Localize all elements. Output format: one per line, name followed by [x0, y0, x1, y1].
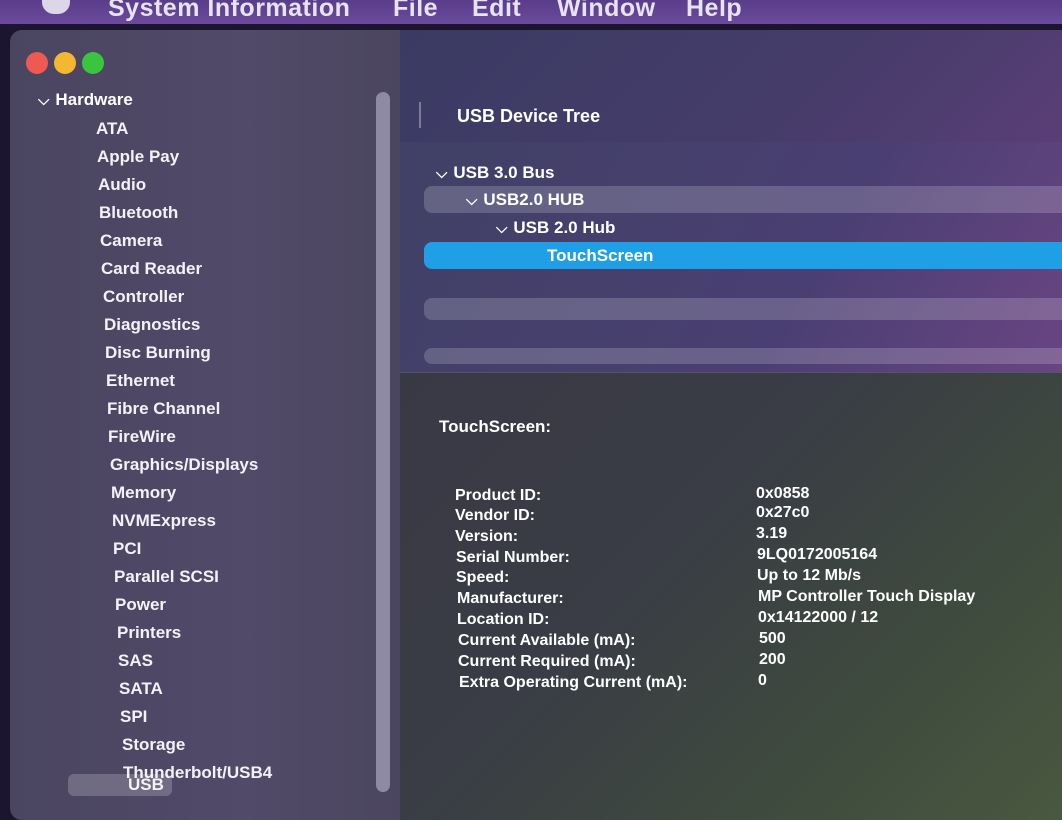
- sidebar-item-sata[interactable]: SATA: [119, 679, 163, 699]
- tree-node-usb-3-bus[interactable]: ⌵ USB 3.0 Bus: [436, 163, 554, 183]
- prop-value-product-id: 0x0858: [756, 485, 810, 502]
- sidebar-item-card-reader[interactable]: Card Reader: [101, 259, 202, 279]
- prop-label-manufacturer: Manufacturer:: [457, 590, 564, 607]
- sidebar-item-printers[interactable]: Printers: [117, 623, 181, 643]
- sidebar-section-hardware[interactable]: ⌵ Hardware: [38, 90, 133, 110]
- toolbar-divider: [419, 102, 421, 128]
- sidebar: ⌵ Hardware ATA Apple Pay Audio Bluetooth …: [10, 30, 401, 820]
- sidebar-item-nvmexpress[interactable]: NVMExpress: [112, 511, 216, 531]
- minimize-button[interactable]: [54, 52, 76, 74]
- sidebar-item-storage[interactable]: Storage: [122, 735, 185, 755]
- tree-node-usb2-hub[interactable]: ⌵ USB2.0 HUB: [466, 190, 584, 210]
- prop-label-version: Version:: [455, 528, 519, 545]
- prop-label-extra-operating-current: Extra Operating Current (mA):: [459, 674, 688, 691]
- device-detail-panel: TouchScreen: Product ID: 0x0858 Vendor I…: [400, 372, 1062, 820]
- prop-label-vendor-id: Vendor ID:: [455, 507, 536, 524]
- sidebar-item-bluetooth[interactable]: Bluetooth: [99, 203, 178, 223]
- prop-value-manufacturer: MP Controller Touch Display: [758, 588, 976, 605]
- sidebar-item-spi[interactable]: SPI: [120, 707, 147, 727]
- main-pane: USB Device Tree ⌵ USB 3.0 Bus ⌵ USB2.0 HUB…: [400, 30, 1062, 820]
- chevron-down-icon[interactable]: ⌵: [496, 220, 507, 237]
- prop-value-serial-number: 9LQ0172005164: [757, 546, 878, 563]
- sidebar-item-memory[interactable]: Memory: [111, 483, 176, 503]
- detail-heading: TouchScreen:: [439, 417, 552, 436]
- chevron-down-icon[interactable]: ⌵: [436, 165, 447, 182]
- menu-help[interactable]: Help: [686, 0, 742, 23]
- toolbar: USB Device Tree: [400, 30, 1062, 143]
- system-information-window: ⌵ Hardware ATA Apple Pay Audio Bluetooth …: [10, 30, 1062, 820]
- sidebar-item-audio[interactable]: Audio: [98, 175, 146, 195]
- sidebar-item-pci[interactable]: PCI: [113, 539, 141, 559]
- sidebar-item-usb[interactable]: USB: [68, 774, 172, 796]
- chevron-down-icon[interactable]: ⌵: [38, 92, 49, 109]
- tree-row-background: [424, 298, 1062, 320]
- sidebar-item-firewire[interactable]: FireWire: [108, 427, 176, 447]
- close-button[interactable]: [26, 52, 48, 74]
- sidebar-item-ata[interactable]: ATA: [96, 119, 128, 139]
- usb-device-tree: ⌵ USB 3.0 Bus ⌵ USB2.0 HUB ⌵ USB 2.0 Hub To…: [400, 142, 1062, 372]
- prop-value-speed: Up to 12 Mb/s: [757, 567, 862, 584]
- apple-menu-icon[interactable]: [42, 0, 70, 14]
- tree-row-background: [424, 348, 1062, 364]
- prop-value-extra-operating-current: 0: [758, 672, 767, 689]
- tree-row-selected-highlight: [424, 242, 1062, 269]
- sidebar-item-disc-burning[interactable]: Disc Burning: [105, 343, 211, 363]
- prop-value-current-available: 500: [759, 630, 786, 647]
- sidebar-item-graphics-displays[interactable]: Graphics/Displays: [110, 455, 258, 475]
- sidebar-section-label: Hardware: [55, 90, 133, 109]
- sidebar-item-controller[interactable]: Controller: [103, 287, 184, 307]
- prop-label-current-available: Current Available (mA):: [458, 632, 636, 649]
- zoom-button[interactable]: [82, 52, 104, 74]
- tree-node-touchscreen[interactable]: TouchScreen: [547, 246, 653, 266]
- menu-bar: System Information File Edit Window Help: [0, 0, 1062, 24]
- tree-node-label: USB2.0 HUB: [483, 190, 585, 209]
- prop-label-serial-number: Serial Number:: [456, 549, 570, 566]
- prop-value-location-id: 0x14122000 / 12: [758, 609, 879, 626]
- menu-edit[interactable]: Edit: [472, 0, 521, 23]
- sidebar-item-apple-pay[interactable]: Apple Pay: [97, 147, 179, 167]
- page-title: USB Device Tree: [457, 106, 601, 126]
- tree-node-label: USB 3.0 Bus: [453, 163, 555, 182]
- menu-window[interactable]: Window: [557, 0, 656, 23]
- prop-value-version: 3.19: [756, 525, 788, 542]
- sidebar-item-ethernet[interactable]: Ethernet: [106, 371, 175, 391]
- prop-value-vendor-id: 0x27c0: [756, 504, 810, 521]
- tree-node-usb-2-hub[interactable]: ⌵ USB 2.0 Hub: [496, 218, 615, 238]
- prop-label-product-id: Product ID:: [455, 487, 542, 504]
- prop-label-current-required: Current Required (mA):: [458, 653, 636, 670]
- sidebar-item-parallel-scsi[interactable]: Parallel SCSI: [114, 567, 219, 587]
- sidebar-item-diagnostics[interactable]: Diagnostics: [104, 315, 200, 335]
- tree-node-label: USB 2.0 Hub: [513, 218, 616, 237]
- prop-label-location-id: Location ID:: [457, 611, 550, 628]
- sidebar-item-power[interactable]: Power: [115, 595, 166, 615]
- sidebar-item-sas[interactable]: SAS: [118, 651, 153, 671]
- sidebar-scrollbar[interactable]: [376, 92, 390, 792]
- menu-file[interactable]: File: [393, 0, 438, 23]
- prop-value-current-required: 200: [759, 651, 786, 668]
- prop-label-speed: Speed:: [456, 569, 510, 586]
- sidebar-item-camera[interactable]: Camera: [100, 231, 162, 251]
- chevron-down-icon[interactable]: ⌵: [466, 192, 477, 209]
- sidebar-item-fibre-channel[interactable]: Fibre Channel: [107, 399, 220, 419]
- app-menu[interactable]: System Information: [108, 0, 350, 23]
